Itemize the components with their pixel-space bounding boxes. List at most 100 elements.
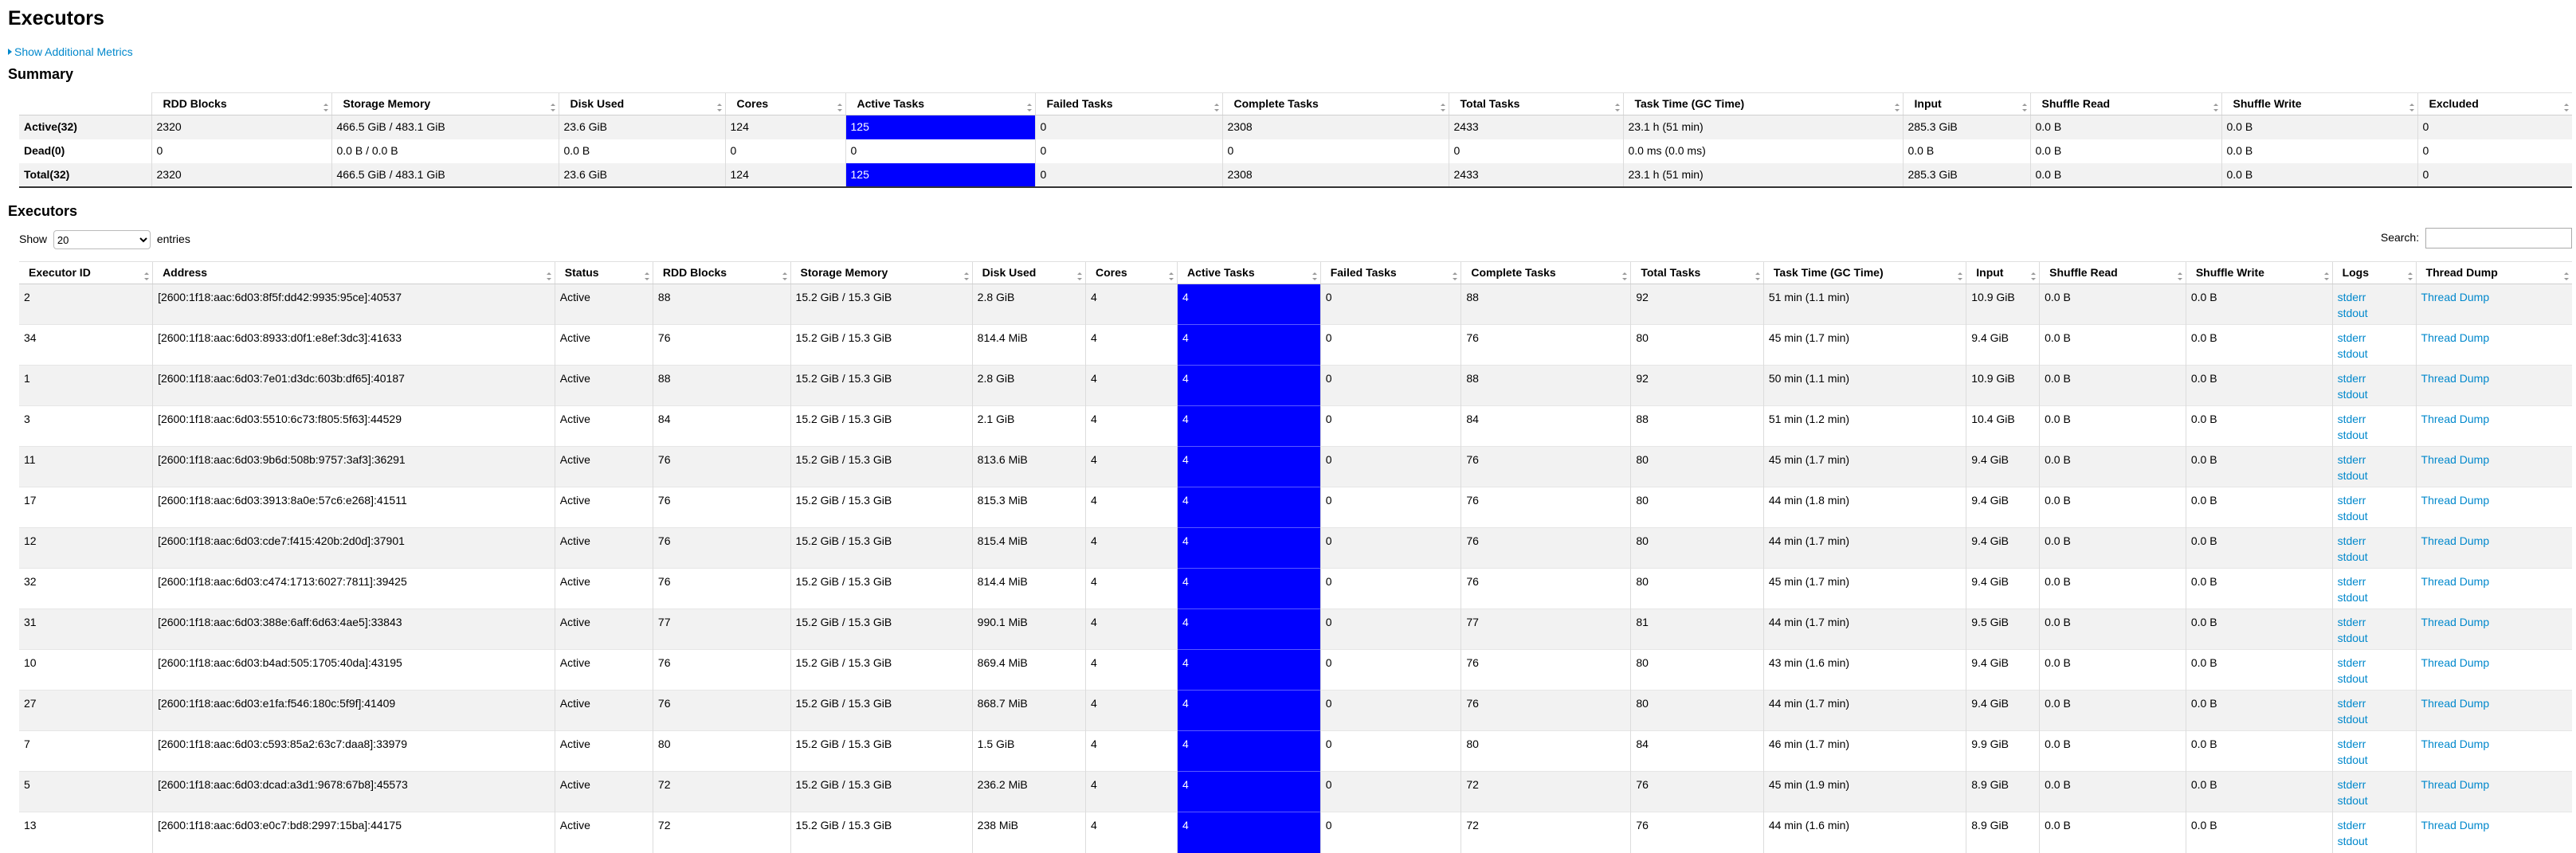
- executors-header-executor-id[interactable]: Executor ID: [19, 261, 153, 284]
- executors-header-storage-memory[interactable]: Storage Memory: [790, 261, 973, 284]
- summary-header-storage-memory[interactable]: Storage Memory: [331, 92, 559, 115]
- sort-icon[interactable]: [2323, 272, 2329, 280]
- stderr-link[interactable]: stderr: [2338, 695, 2416, 711]
- thread-dump-link[interactable]: Thread Dump: [2421, 695, 2572, 711]
- summary-header-input[interactable]: Input: [1902, 92, 2030, 115]
- search-input[interactable]: [2425, 228, 2572, 249]
- sort-icon[interactable]: [1026, 104, 1032, 112]
- summary-header-excluded[interactable]: Excluded: [2417, 92, 2572, 115]
- thread-dump-link[interactable]: Thread Dump: [2421, 289, 2572, 305]
- executors-header-input[interactable]: Input: [1966, 261, 2040, 284]
- thread-dump-link[interactable]: Thread Dump: [2421, 452, 2572, 468]
- sort-icon[interactable]: [1622, 272, 1628, 280]
- page-size-select[interactable]: 20: [53, 230, 151, 250]
- thread-dump-link[interactable]: Thread Dump: [2421, 655, 2572, 671]
- sort-icon[interactable]: [1894, 104, 1900, 112]
- stdout-link[interactable]: stdout: [2338, 589, 2416, 605]
- thread-dump-link[interactable]: Thread Dump: [2421, 573, 2572, 589]
- stdout-link[interactable]: stdout: [2338, 671, 2416, 687]
- stderr-link[interactable]: stderr: [2338, 492, 2416, 508]
- executors-header-complete-tasks[interactable]: Complete Tasks: [1461, 261, 1631, 284]
- executors-header-shuffle-read[interactable]: Shuffle Read: [2039, 261, 2186, 284]
- executors-header-thread-dump[interactable]: Thread Dump: [2415, 261, 2572, 284]
- sort-icon[interactable]: [2407, 272, 2413, 280]
- thread-dump-link[interactable]: Thread Dump: [2421, 777, 2572, 792]
- sort-icon[interactable]: [1312, 272, 1317, 280]
- thread-dump-link[interactable]: Thread Dump: [2421, 370, 2572, 386]
- summary-header-failed-tasks[interactable]: Failed Tasks: [1034, 92, 1222, 115]
- summary-header-shuffle-read[interactable]: Shuffle Read: [2029, 92, 2221, 115]
- executors-header-logs[interactable]: Logs: [2331, 261, 2417, 284]
- summary-header-cores[interactable]: Cores: [724, 92, 845, 115]
- sort-icon[interactable]: [1076, 272, 1082, 280]
- stderr-link[interactable]: stderr: [2338, 330, 2416, 346]
- summary-header-rdd-blocks[interactable]: RDD Blocks: [151, 92, 331, 115]
- stderr-link[interactable]: stderr: [2338, 817, 2416, 833]
- stdout-link[interactable]: stdout: [2338, 468, 2416, 483]
- thread-dump-link[interactable]: Thread Dump: [2421, 492, 2572, 508]
- stdout-link[interactable]: stdout: [2338, 833, 2416, 849]
- stderr-link[interactable]: stderr: [2338, 411, 2416, 427]
- stdout-link[interactable]: stdout: [2338, 549, 2416, 565]
- summary-header-disk-used[interactable]: Disk Used: [558, 92, 725, 115]
- show-additional-metrics-link[interactable]: Show Additional Metrics: [8, 45, 2576, 59]
- stdout-link[interactable]: stdout: [2338, 386, 2416, 402]
- stdout-link[interactable]: stdout: [2338, 427, 2416, 443]
- sort-icon[interactable]: [782, 272, 787, 280]
- summary-header-total-tasks[interactable]: Total Tasks: [1448, 92, 1623, 115]
- executors-header-shuffle-write[interactable]: Shuffle Write: [2185, 261, 2333, 284]
- sort-icon[interactable]: [963, 272, 969, 280]
- stderr-link[interactable]: stderr: [2338, 289, 2416, 305]
- sort-icon[interactable]: [2409, 104, 2414, 112]
- stdout-link[interactable]: stdout: [2338, 752, 2416, 768]
- executors-header-active-tasks[interactable]: Active Tasks: [1177, 261, 1321, 284]
- sort-icon[interactable]: [546, 272, 551, 280]
- stdout-link[interactable]: stdout: [2338, 508, 2416, 524]
- thread-dump-link[interactable]: Thread Dump: [2421, 330, 2572, 346]
- sort-icon[interactable]: [716, 104, 722, 112]
- sort-icon[interactable]: [837, 104, 842, 112]
- sort-icon[interactable]: [644, 272, 649, 280]
- sort-icon[interactable]: [1440, 104, 1445, 112]
- stdout-link[interactable]: stdout: [2338, 305, 2416, 321]
- executors-header-address[interactable]: Address: [152, 261, 555, 284]
- executors-header-total-tasks[interactable]: Total Tasks: [1630, 261, 1764, 284]
- stderr-link[interactable]: stderr: [2338, 452, 2416, 468]
- stderr-link[interactable]: stderr: [2338, 736, 2416, 752]
- stderr-link[interactable]: stderr: [2338, 614, 2416, 630]
- sort-icon[interactable]: [144, 272, 150, 280]
- stderr-link[interactable]: stderr: [2338, 777, 2416, 792]
- summary-header-complete-tasks[interactable]: Complete Tasks: [1221, 92, 1449, 115]
- stdout-link[interactable]: stdout: [2338, 630, 2416, 646]
- stderr-link[interactable]: stderr: [2338, 573, 2416, 589]
- sort-icon[interactable]: [2564, 104, 2569, 112]
- thread-dump-link[interactable]: Thread Dump: [2421, 533, 2572, 549]
- sort-icon[interactable]: [1958, 272, 1963, 280]
- summary-header-task-time[interactable]: Task Time (GC Time): [1622, 92, 1903, 115]
- thread-dump-link[interactable]: Thread Dump: [2421, 817, 2572, 833]
- executors-header-cores[interactable]: Cores: [1084, 261, 1178, 284]
- sort-icon[interactable]: [2177, 272, 2182, 280]
- sort-icon[interactable]: [2031, 272, 2037, 280]
- sort-icon[interactable]: [1755, 272, 1760, 280]
- sort-icon[interactable]: [2564, 272, 2569, 280]
- stdout-link[interactable]: stdout: [2338, 792, 2416, 808]
- stderr-link[interactable]: stderr: [2338, 370, 2416, 386]
- summary-header-shuffle-write[interactable]: Shuffle Write: [2221, 92, 2417, 115]
- stdout-link[interactable]: stdout: [2338, 711, 2416, 727]
- summary-header-active-tasks[interactable]: Active Tasks: [845, 92, 1035, 115]
- thread-dump-link[interactable]: Thread Dump: [2421, 411, 2572, 427]
- sort-icon[interactable]: [1214, 104, 1219, 112]
- executors-header-rdd-blocks[interactable]: RDD Blocks: [652, 261, 791, 284]
- sort-icon[interactable]: [1453, 272, 1458, 280]
- stderr-link[interactable]: stderr: [2338, 655, 2416, 671]
- sort-icon[interactable]: [2021, 104, 2027, 112]
- stderr-link[interactable]: stderr: [2338, 533, 2416, 549]
- sort-icon[interactable]: [323, 104, 328, 112]
- sort-icon[interactable]: [1614, 104, 1620, 112]
- sort-icon[interactable]: [2213, 104, 2218, 112]
- sort-icon[interactable]: [1169, 272, 1174, 280]
- executors-header-failed-tasks[interactable]: Failed Tasks: [1319, 261, 1461, 284]
- stdout-link[interactable]: stdout: [2338, 346, 2416, 362]
- executors-header-task-time[interactable]: Task Time (GC Time): [1762, 261, 1966, 284]
